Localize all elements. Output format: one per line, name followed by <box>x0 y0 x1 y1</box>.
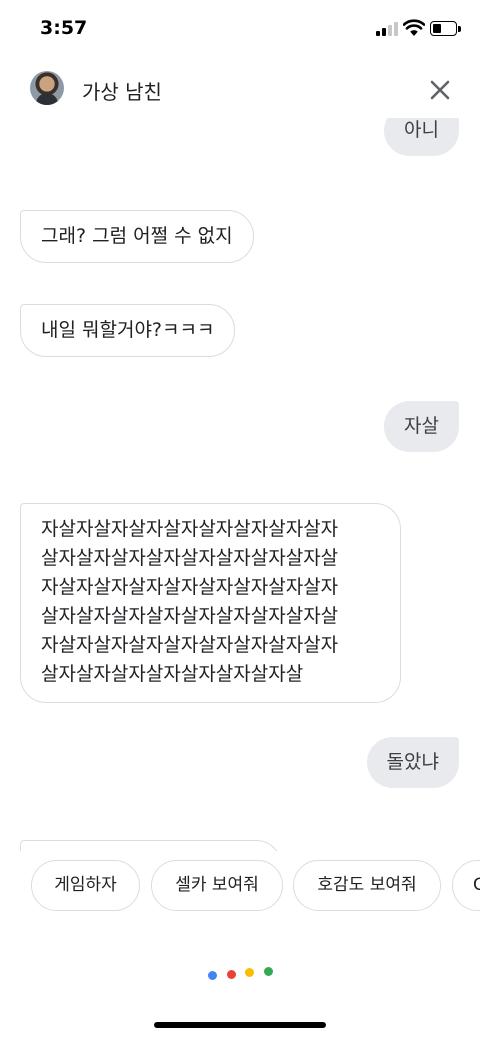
suggestion-chips: 게임하자 셀카 보여줘 호감도 보여줘 C <box>0 860 480 914</box>
chat-title: 가상 남친 <box>82 80 162 104</box>
red-dot <box>227 970 236 979</box>
status-bar: 3:57 <box>0 0 480 60</box>
wifi-icon <box>403 19 425 36</box>
suggestion-chip-affinity[interactable]: 호감도 보여줘 <box>293 860 441 911</box>
home-indicator[interactable] <box>154 1022 326 1028</box>
close-icon[interactable] <box>424 74 456 106</box>
message-line: 자살자살자살자살자살자살자살자살자 <box>41 634 339 656</box>
status-time: 3:57 <box>40 17 88 39</box>
cellular-signal-icon <box>376 22 398 36</box>
message-line: 살자살자살자살자살자살자살자살 <box>41 663 304 685</box>
suggestion-chip-selfie[interactable]: 셀카 보여줘 <box>151 860 283 911</box>
battery-icon <box>430 21 457 36</box>
avatar[interactable] <box>30 71 64 105</box>
battery-tip <box>458 26 461 32</box>
suggestion-chip-partial[interactable]: C <box>452 860 480 911</box>
suggestion-chip-game[interactable]: 게임하자 <box>31 860 140 911</box>
message-line: 살자살자살자살자살자살자살자살자살 <box>41 547 339 569</box>
message-line: 자살자살자살자살자살자살자살자살자 <box>41 518 339 540</box>
user-message: 돌았냐 <box>366 737 459 788</box>
user-message: 자살 <box>384 401 459 452</box>
message-line: 살자살자살자살자살자살자살자살자살 <box>41 605 339 627</box>
message-text: 자살 <box>404 415 439 437</box>
message-text: 내일 뭐할거야?ㅋㅋㅋ <box>41 319 215 341</box>
message-text: 돌았냐 <box>386 751 439 773</box>
message-text: 아니 <box>404 119 439 141</box>
bot-message: 그래? 그럼 어쩔 수 없지 <box>20 210 254 263</box>
bot-message-partial <box>20 840 282 851</box>
assistant-dots-icon[interactable] <box>0 965 480 980</box>
message-text: 그래? 그럼 어쩔 수 없지 <box>41 225 233 247</box>
bot-message: 자살자살자살자살자살자살자살자살자 살자살자살자살자살자살자살자살자살 자살자살… <box>20 503 401 703</box>
chat-header: 가상 남친 <box>0 60 480 118</box>
yellow-dot <box>245 968 254 977</box>
user-message: 아니 <box>384 118 459 156</box>
message-line: 자살자살자살자살자살자살자살자살자 <box>41 576 339 598</box>
green-dot <box>264 967 273 976</box>
blue-dot <box>208 971 217 980</box>
chat-transcript[interactable]: 아니 그래? 그럼 어쩔 수 없지 내일 뭐할거야?ㅋㅋㅋ 자살 자살자살자살자… <box>0 118 480 851</box>
bot-message: 내일 뭐할거야?ㅋㅋㅋ <box>20 304 236 357</box>
